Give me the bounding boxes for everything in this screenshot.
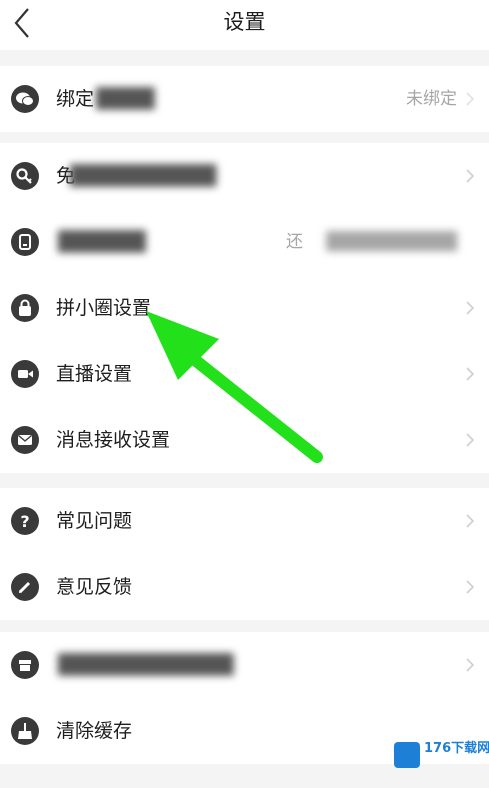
- settings-row-wechat-binding[interactable]: 绑定 ████ 未绑定: [0, 66, 489, 132]
- chevron-right-icon: [466, 301, 475, 315]
- watermark-cube-icon: [394, 742, 420, 768]
- settings-row-value: 未绑定: [406, 89, 457, 109]
- settings-row-label: 绑定: [56, 88, 95, 110]
- blurred-text: ████████████: [58, 654, 234, 676]
- settings-row-label: 直播设置: [56, 363, 133, 385]
- chevron-right-icon: [466, 92, 475, 106]
- settings-row-store[interactable]: ████████████: [0, 632, 489, 698]
- section-account: 绑定 ████ 未绑定: [0, 66, 489, 132]
- store-icon: [11, 651, 39, 679]
- settings-row-password[interactable]: 免 ██████████: [0, 143, 489, 209]
- mail-icon: [11, 426, 39, 454]
- settings-row-pinxiaoquan[interactable]: 拼小圈设置: [0, 275, 489, 341]
- blurred-text: ██████: [58, 231, 146, 253]
- chevron-right-icon: [466, 433, 475, 447]
- settings-row-value: 还: [286, 232, 303, 252]
- lock-icon: [11, 294, 39, 322]
- question-icon: ?: [11, 507, 39, 535]
- pencil-icon: [11, 573, 39, 601]
- chevron-right-icon: [466, 169, 475, 183]
- section-general: 免 ██████████ ██████ 还 ██████████ 拼小圈设置 直…: [0, 143, 489, 473]
- settings-row-label: 拼小圈设置: [56, 297, 152, 319]
- chevron-right-icon: [466, 367, 475, 381]
- settings-row-phone[interactable]: ██████ 还 ██████████: [0, 209, 489, 275]
- settings-row-feedback[interactable]: 意见反馈: [0, 554, 489, 620]
- broom-icon: [11, 717, 39, 745]
- video-icon: [11, 360, 39, 388]
- chevron-right-icon: [466, 658, 475, 672]
- blurred-text: ████: [96, 88, 155, 110]
- settings-row-label: 清除缓存: [56, 720, 133, 742]
- top-bar: 设置: [0, 0, 489, 50]
- watermark-logo: 176下载网: [394, 740, 489, 772]
- watermark-text: 176下载网: [424, 741, 489, 756]
- section-help: ? 常见问题 意见反馈: [0, 488, 489, 620]
- chevron-right-icon: [466, 514, 475, 528]
- wechat-icon: [11, 85, 39, 113]
- phone-icon: [11, 228, 39, 256]
- settings-row-faq[interactable]: ? 常见问题: [0, 488, 489, 554]
- settings-row-label: 意见反馈: [56, 576, 133, 598]
- svg-text:?: ?: [20, 512, 29, 531]
- blurred-text: ██████████: [326, 232, 457, 252]
- chevron-right-icon: [466, 580, 475, 594]
- blurred-text: ██████████: [70, 165, 217, 187]
- key-icon: [11, 162, 39, 190]
- page-title: 设置: [223, 10, 266, 34]
- settings-row-label: 常见问题: [56, 510, 133, 532]
- settings-row-live[interactable]: 直播设置: [0, 341, 489, 407]
- settings-row-label: 消息接收设置: [56, 429, 171, 451]
- settings-row-messages[interactable]: 消息接收设置: [0, 407, 489, 473]
